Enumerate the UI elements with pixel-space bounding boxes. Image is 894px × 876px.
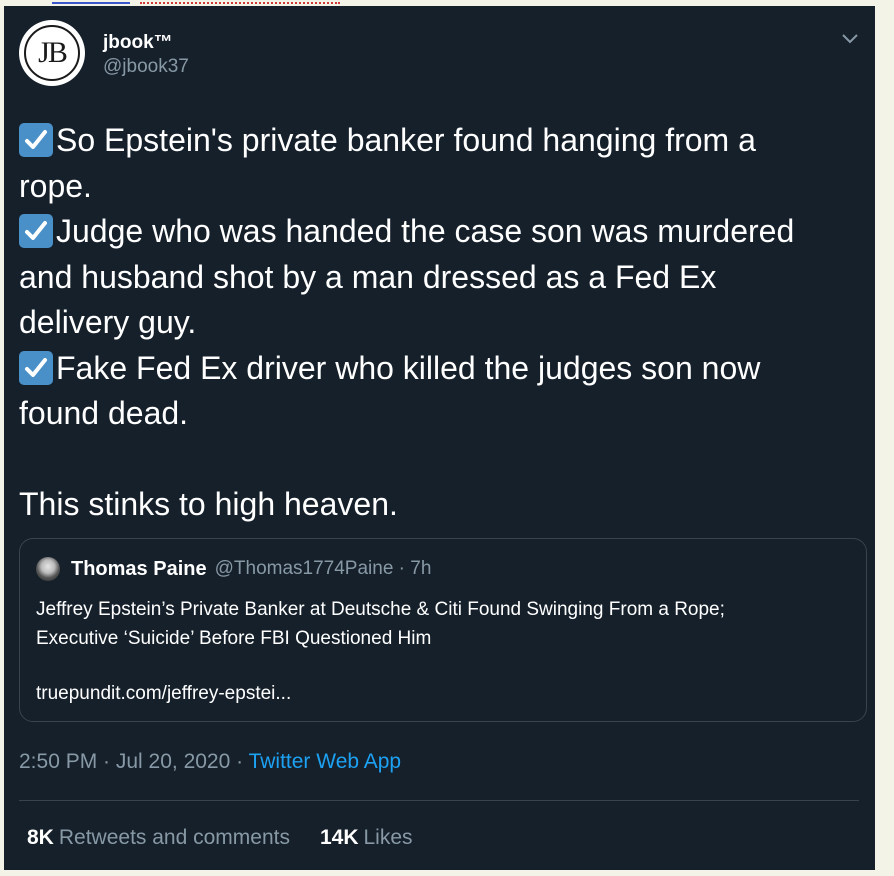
divider [19,800,859,801]
quoted-link[interactable]: truepundit.com/jeffrey-epstei... [36,683,291,705]
retweets-label: Retweets and comments [58,826,290,849]
tweet-closing-line: This stinks to high heaven. [19,486,398,522]
retweets-count: 8K [27,826,54,849]
author-display-name[interactable]: jbook™ [103,32,189,54]
checkmark-icon [19,350,53,385]
tweet-body: So Epstein's private banker found hangin… [19,118,859,528]
tweet-body-line: Judge who was handed the case son was mu… [19,209,859,255]
author-names: jbook™ @jbook37 [103,32,189,80]
cropped-link-underline [52,0,130,4]
tweet-body-line: So Epstein's private banker found hangin… [19,118,859,164]
avatar[interactable]: JB [19,20,85,86]
tweet-stats: 8K Retweets and comments 14K Likes [27,826,443,850]
source-app-link[interactable]: Twitter Web App [249,750,402,773]
chevron-down-icon[interactable] [839,28,861,50]
tweet-body-text: delivery guy. [19,304,197,340]
tweet-body-text: So Epstein's private banker found hangin… [56,122,756,158]
quoted-text-line: Executive ‘Suicide’ Before FBI Questione… [36,628,432,649]
quoted-author-name[interactable]: Thomas Paine [71,558,207,581]
tweet-body-text: and husband shot by a man dressed as a F… [19,258,717,295]
quoted-handle-time: @Thomas1774Paine · 7h [214,558,432,579]
checkmark-icon [19,123,53,157]
checkmark-icon [19,214,53,248]
tweet-body-text: Fake Fed Ex driver who killed the judges… [56,349,761,386]
quoted-tweet[interactable]: Thomas Paine @Thomas1774Paine · 7h Jeffr… [19,538,867,722]
quoted-avatar[interactable] [36,557,60,581]
quoted-text-line: Jeffrey Epstein’s Private Banker at Deut… [36,599,725,620]
quoted-tweet-text: Jeffrey Epstein’s Private Banker at Deut… [36,595,846,653]
likes-count: 14K [319,826,359,849]
tweet-body-text: found dead. [19,395,189,431]
tweet-header: JB jbook™ @jbook37 [19,20,861,92]
author-handle[interactable]: @jbook37 [103,54,189,80]
likes-label: Likes [363,826,413,849]
tweet-card: JB jbook™ @jbook37 So Epstein's private … [4,6,875,870]
likes-stat[interactable]: 14K Likes [320,826,413,850]
tweet-body-line: and husband shot by a man dressed as a F… [19,255,859,301]
tweet-body-line: rope. [19,164,859,210]
cropped-red-underline [140,0,340,4]
tweet-body-line: Fake Fed Ex driver who killed the judges… [19,346,859,392]
quoted-tweet-header: Thomas Paine @Thomas1774Paine · 7h [36,557,431,581]
tweet-body-line: found dead. [19,391,859,437]
avatar-monogram: JB [24,25,80,81]
tweet-body-text: Judge who was handed the case son was mu… [56,213,795,249]
tweet-body-line: delivery guy. [19,300,859,346]
tweet-meta: 2:50 PM · Jul 20, 2020 · Twitter Web App [19,750,401,774]
retweets-stat[interactable]: 8K Retweets and comments [27,826,290,850]
tweet-body-text: rope. [19,167,92,204]
timestamp[interactable]: 2:50 PM · Jul 20, 2020 · [19,750,249,773]
